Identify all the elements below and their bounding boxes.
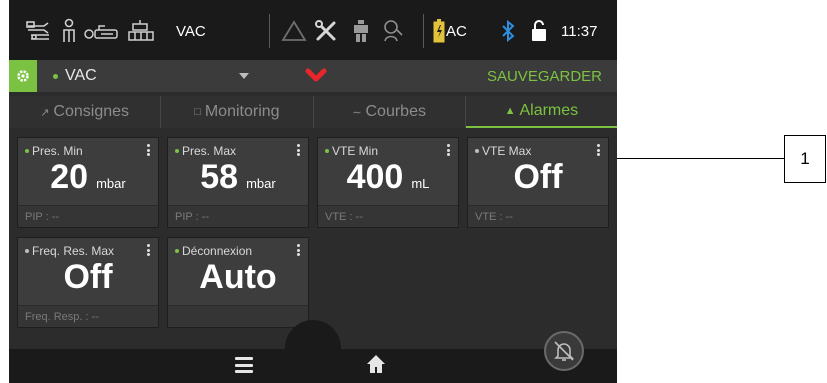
alarm-card-vte-min[interactable]: VTE Min 400 mL VTE : --	[317, 137, 459, 228]
alarm-value: 58 mbar	[168, 158, 308, 198]
caret-down-icon[interactable]	[239, 73, 249, 79]
alarm-value: Off	[468, 158, 608, 198]
chevron-down-icon[interactable]	[305, 66, 327, 86]
status-divider	[423, 14, 424, 48]
alarm-monitor-readout	[168, 305, 308, 327]
alarm-name: VTE Max	[482, 144, 532, 158]
alarm-name: Freq. Res. Max	[32, 244, 115, 258]
more-options-icon[interactable]	[296, 144, 300, 156]
bell-off-icon	[554, 341, 574, 361]
mask-icon	[83, 18, 121, 44]
alarm-value-number: 20	[50, 158, 89, 196]
tab-monitoring[interactable]: □ Monitoring	[161, 96, 314, 128]
alarm-value-number: Off	[63, 258, 113, 296]
more-options-icon[interactable]	[446, 144, 450, 156]
profile-icon	[381, 18, 405, 44]
alarm-monitor-readout: PIP : --	[168, 205, 308, 227]
tab-consignes[interactable]: ↗ Consignes	[9, 96, 162, 128]
tab-label: Consignes	[53, 103, 130, 120]
clock: 11:37	[561, 22, 598, 40]
alarm-monitor-readout: VTE : --	[468, 205, 608, 227]
status-mode-label: VAC	[176, 22, 206, 40]
alarm-value: 20 mbar	[18, 158, 158, 198]
alarm-card-label: VTE Max	[475, 144, 531, 158]
alarm-name: VTE Min	[332, 144, 379, 158]
more-options-icon[interactable]	[146, 244, 150, 256]
ventilation-circuit-icon	[25, 18, 53, 44]
save-button[interactable]: SAUVEGARDER	[487, 60, 602, 92]
status-bar: VAC AC 11:37	[9, 0, 617, 60]
ventilator-screen: VAC AC 11:37 VAC SAUVEGARDER ↗ Consignes…	[9, 0, 617, 383]
pressure-source-icon	[351, 18, 371, 44]
gear-icon	[17, 70, 29, 82]
more-options-icon[interactable]	[146, 144, 150, 156]
alarm-value-number: Off	[513, 158, 563, 196]
battery-icon	[433, 18, 445, 44]
status-divider	[269, 14, 270, 48]
callout-line	[617, 158, 784, 159]
active-dot-icon	[325, 149, 329, 153]
alarm-card-label: Freq. Res. Max	[25, 244, 114, 258]
active-dot-icon	[25, 149, 29, 153]
tab-label: Monitoring	[204, 103, 280, 120]
alarm-card-pres-max[interactable]: Pres. Max 58 mbar PIP : --	[167, 137, 309, 228]
patient-icon	[61, 18, 77, 44]
alarm-value-unit: mbar	[246, 176, 276, 191]
inactive-dot-icon	[25, 249, 29, 253]
document-figure: VAC AC 11:37 VAC SAUVEGARDER ↗ Consignes…	[0, 0, 827, 383]
alarm-value: Auto	[168, 258, 308, 298]
alarm-name: Déconnexion	[182, 244, 253, 258]
callout-label: 1	[784, 135, 826, 183]
alarm-card-vte-max[interactable]: VTE Max Off VTE : --	[467, 137, 609, 228]
alarm-value-unit: mbar	[96, 176, 126, 191]
mode-value: VAC	[65, 67, 97, 84]
alarm-value-number: 400	[346, 158, 404, 196]
power-source-label: AC	[446, 22, 467, 40]
tab-courbes[interactable]: ∼ Courbes	[314, 96, 466, 128]
tab-alarmes[interactable]: ▲ Alarmes	[465, 96, 617, 128]
hme-icon	[125, 18, 157, 44]
tab-bar: ↗ Consignes □ Monitoring ∼ Courbes ▲ Ala…	[9, 96, 617, 128]
home-icon[interactable]	[365, 353, 387, 375]
alarm-value-number: 58	[200, 158, 239, 196]
alarm-value: Off	[18, 258, 158, 298]
alarm-monitor-readout: VTE : --	[318, 205, 458, 227]
active-dot-icon	[175, 249, 179, 253]
alarm-card-pres-min[interactable]: Pres. Min 20 mbar PIP : --	[17, 137, 159, 228]
mode-selector[interactable]: VAC	[53, 60, 253, 92]
wave-icon: ∼	[352, 106, 362, 119]
active-dot-icon	[175, 149, 179, 153]
active-dot-icon	[53, 73, 58, 79]
alarm-triangle-icon	[281, 18, 307, 44]
alarm-card-label: Pres. Max	[175, 144, 236, 158]
alarm-monitor-readout: Freq. Resp. : --	[18, 305, 158, 327]
settings-button[interactable]	[9, 60, 37, 92]
alarm-name: Pres. Max	[182, 144, 237, 158]
alarm-card-freq-res-max[interactable]: Freq. Res. Max Off Freq. Resp. : --	[17, 237, 159, 328]
inactive-dot-icon	[475, 149, 479, 153]
tab-label: Alarmes	[519, 102, 579, 119]
menu-button[interactable]	[235, 357, 253, 373]
alarm-card-label: Pres. Min	[25, 144, 83, 158]
alarm-value-unit: mL	[411, 176, 430, 191]
monitor-icon: □	[194, 106, 201, 118]
alarm-card-label: VTE Min	[325, 144, 378, 158]
wrench-icon: ↗	[40, 106, 50, 119]
alarm-name: Pres. Min	[32, 144, 83, 158]
mode-header: VAC SAUVEGARDER	[9, 60, 617, 92]
lock-icon[interactable]	[531, 18, 547, 44]
bluetooth-icon	[501, 18, 515, 44]
more-options-icon[interactable]	[296, 244, 300, 256]
alarm-card-label: Déconnexion	[175, 244, 252, 258]
tab-label: Courbes	[365, 103, 426, 120]
alarm-monitor-readout: PIP : --	[18, 205, 158, 227]
alarm-value: 400 mL	[318, 158, 458, 198]
alarm-value-number: Auto	[199, 258, 277, 296]
alarm-card-deconnexion[interactable]: Déconnexion Auto	[167, 237, 309, 328]
bottom-bar	[9, 349, 617, 383]
alarm-silence-button[interactable]	[544, 331, 584, 371]
bell-icon: ▲	[504, 105, 516, 117]
more-options-icon[interactable]	[596, 144, 600, 156]
tools-icon[interactable]	[313, 18, 339, 44]
